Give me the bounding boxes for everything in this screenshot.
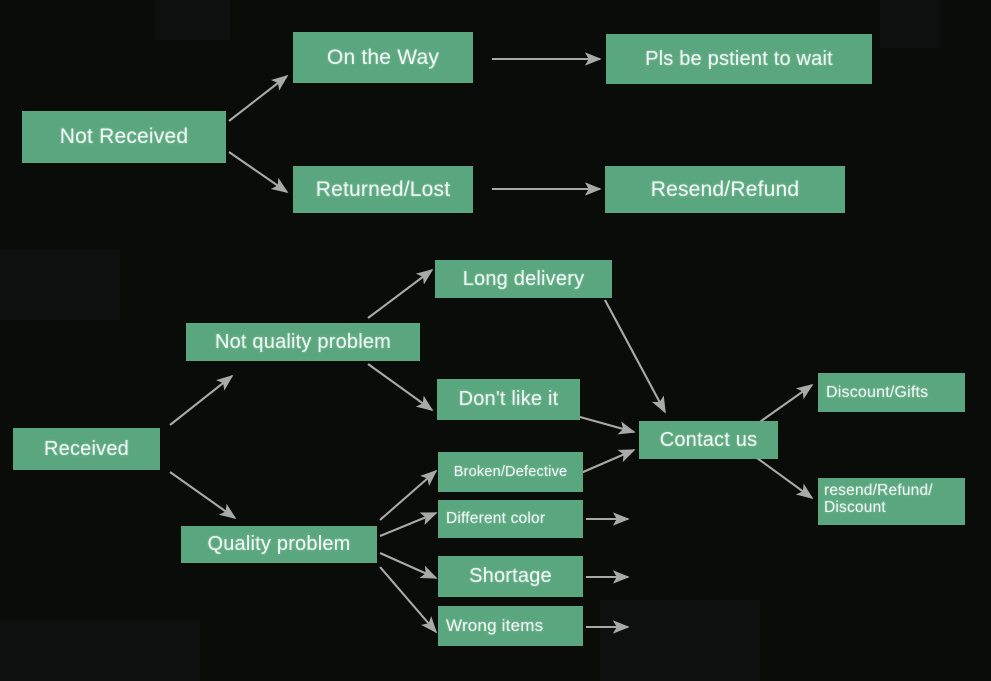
arrow-not-quality-to-dont-like-it [367, 363, 434, 411]
node-on-the-way[interactable]: On the Way [293, 32, 473, 83]
node-long-delivery[interactable]: Long delivery [435, 260, 612, 298]
arrow-contact-us-to-resend-refund-discount [756, 457, 814, 499]
background-texture-4 [600, 600, 760, 681]
node-not-quality-problem[interactable]: Not quality problem [186, 323, 420, 361]
background-texture-2 [880, 0, 940, 48]
node-resend-refund-label: Resend/Refund [650, 177, 800, 201]
arrow-not-received-to-on-the-way [228, 74, 289, 122]
arrow-quality-to-wrong-items [379, 566, 438, 634]
flowchart-canvas: Not Received On the Way Pls be pstient t… [0, 0, 991, 681]
arrow-received-to-quality-problem [169, 471, 237, 519]
node-different-color-label: Different color [446, 510, 546, 528]
arrow-long-delivery-to-contact-us [604, 299, 666, 414]
background-texture-3 [0, 250, 120, 320]
node-returned-lost[interactable]: Returned/Lost [293, 166, 473, 213]
node-contact-us-label: Contact us [659, 428, 758, 451]
arrow-not-received-to-returned-lost [228, 151, 289, 193]
node-not-received-label: Not Received [59, 125, 189, 149]
node-on-the-way-label: On the Way [326, 45, 440, 69]
node-pls-be-patient-label: Pls be pstient to wait [645, 47, 833, 70]
node-different-color[interactable]: Different color [438, 500, 583, 538]
node-quality-problem-label: Quality problem [207, 533, 351, 556]
node-wrong-items[interactable]: Wrong items [438, 606, 583, 646]
arrow-contact-us-to-discount-gifts [756, 384, 814, 425]
node-quality-problem[interactable]: Quality problem [181, 526, 377, 563]
background-texture-1 [155, 0, 230, 40]
node-not-received[interactable]: Not Received [22, 111, 226, 163]
node-broken-defective[interactable]: Broken/Defective [438, 452, 583, 492]
node-discount-gifts[interactable]: Discount/Gifts [818, 373, 965, 412]
background-texture-5 [0, 620, 200, 681]
node-contact-us[interactable]: Contact us [639, 421, 778, 459]
node-discount-gifts-label: Discount/Gifts [826, 383, 929, 401]
node-resend-refund-discount[interactable]: resend/Refund/ Discount [818, 478, 965, 525]
node-long-delivery-label: Long delivery [462, 267, 585, 290]
node-received[interactable]: Received [13, 428, 160, 470]
node-shortage-label: Shortage [469, 565, 552, 588]
node-dont-like-it[interactable]: Don't like it [437, 379, 580, 420]
arrow-quality-to-shortage [379, 552, 438, 579]
node-shortage[interactable]: Shortage [438, 556, 583, 597]
node-wrong-items-label: Wrong items [446, 616, 544, 636]
arrow-quality-to-broken-defective [379, 469, 438, 521]
node-returned-lost-label: Returned/Lost [315, 177, 451, 201]
node-resend-refund-discount-line1: resend/Refund/ [824, 482, 933, 499]
node-not-quality-problem-label: Not quality problem [214, 330, 392, 353]
node-resend-refund[interactable]: Resend/Refund [605, 166, 845, 213]
arrow-quality-to-different-color [379, 512, 438, 537]
node-received-label: Received [44, 437, 129, 460]
arrow-received-to-not-quality-problem [169, 374, 234, 426]
node-resend-refund-discount-line2: Discount [824, 499, 886, 517]
node-broken-defective-label: Broken/Defective [453, 463, 568, 480]
node-pls-be-patient[interactable]: Pls be pstient to wait [606, 34, 872, 84]
arrow-not-quality-to-long-delivery [367, 268, 434, 319]
node-dont-like-it-label: Don't like it [458, 388, 559, 411]
